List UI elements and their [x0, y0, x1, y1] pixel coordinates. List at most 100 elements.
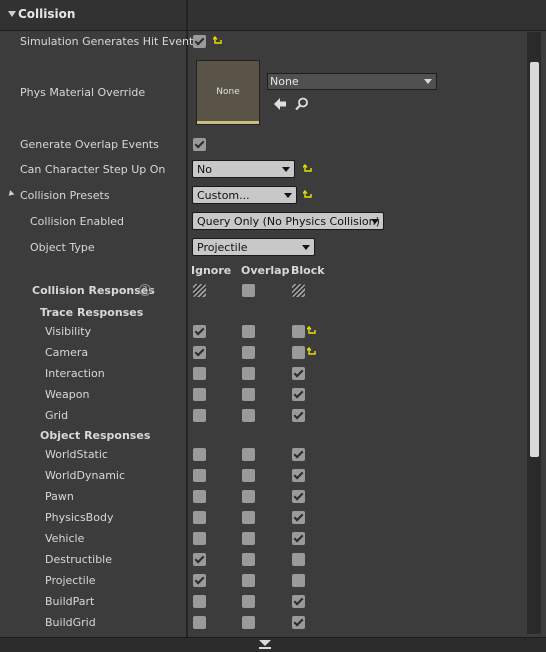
chevron-down-icon	[282, 167, 290, 172]
trace-row-ignore-checkbox[interactable]	[193, 325, 206, 338]
trace-row-block-checkbox[interactable]	[292, 409, 305, 422]
column-header-overlap: Overlap	[241, 264, 290, 277]
object-row-ignore-checkbox[interactable]	[193, 448, 206, 461]
collision-section-header[interactable]: Collision	[0, 0, 546, 31]
sim-hit-label: Simulation Generates Hit Events	[20, 35, 200, 48]
object-type-value: Projectile	[197, 241, 248, 254]
object-row-overlap-checkbox[interactable]	[242, 595, 255, 608]
object-row-ignore-checkbox[interactable]	[193, 595, 206, 608]
browse-search-icon[interactable]	[295, 97, 309, 111]
use-selected-arrow-icon[interactable]	[273, 97, 287, 111]
object-row-overlap-checkbox[interactable]	[242, 490, 255, 503]
phys-material-combo[interactable]: None	[267, 73, 437, 90]
phys-material-label: Phys Material Override	[20, 86, 146, 99]
object-row-label: PhysicsBody	[45, 511, 114, 524]
object-row-overlap-checkbox[interactable]	[242, 574, 255, 587]
object-row-overlap-checkbox[interactable]	[242, 616, 255, 629]
phys-material-value: None	[270, 75, 299, 88]
object-row-overlap-checkbox[interactable]	[242, 511, 255, 524]
trace-row-overlap-checkbox[interactable]	[242, 388, 255, 401]
object-type-label: Object Type	[30, 241, 95, 254]
collision-enabled-combo[interactable]: Query Only (No Physics Collision)	[192, 212, 384, 230]
trace-row-label: Weapon	[45, 388, 90, 401]
collision-responses-label: Collision Responses	[32, 284, 155, 297]
trace-row-block-checkbox[interactable]	[292, 325, 305, 338]
object-row-label: WorldStatic	[45, 448, 108, 461]
object-row-block-checkbox[interactable]	[292, 553, 305, 566]
trace-row-block-checkbox[interactable]	[292, 346, 305, 359]
trace-row-overlap-checkbox[interactable]	[242, 325, 255, 338]
object-row-label: BuildPart	[45, 595, 95, 608]
collision-enabled-value: Query Only (No Physics Collision)	[197, 215, 380, 228]
trace-row-overlap-checkbox[interactable]	[242, 367, 255, 380]
object-row-ignore-checkbox[interactable]	[193, 532, 206, 545]
object-row-block-checkbox[interactable]	[292, 469, 305, 482]
responses-ignore-checkbox[interactable]	[193, 284, 206, 297]
reset-to-default-icon[interactable]	[303, 164, 313, 174]
trace-row-overlap-checkbox[interactable]	[242, 409, 255, 422]
object-row-block-checkbox[interactable]	[292, 616, 305, 629]
object-row-ignore-checkbox[interactable]	[193, 511, 206, 524]
object-row-ignore-checkbox[interactable]	[193, 469, 206, 482]
object-row-label: Pawn	[45, 490, 74, 503]
object-row-block-checkbox[interactable]	[292, 595, 305, 608]
collision-enabled-label: Collision Enabled	[30, 215, 125, 228]
trace-row-ignore-checkbox[interactable]	[193, 346, 206, 359]
object-type-combo[interactable]: Projectile	[192, 238, 315, 256]
thumbnail-bar	[197, 121, 259, 124]
details-panel: Collision Simulation Generates Hit Event…	[0, 0, 546, 652]
trace-row-overlap-checkbox[interactable]	[242, 346, 255, 359]
trace-row-block-checkbox[interactable]	[292, 367, 305, 380]
chevron-down-icon	[371, 219, 379, 224]
object-row-block-checkbox[interactable]	[292, 511, 305, 524]
collision-presets-combo[interactable]: Custom...	[192, 186, 297, 204]
object-row-label: BuildGrid	[45, 616, 96, 629]
trace-row-ignore-checkbox[interactable]	[193, 409, 206, 422]
object-row-overlap-checkbox[interactable]	[242, 469, 255, 482]
trace-row-ignore-checkbox[interactable]	[193, 367, 206, 380]
material-thumbnail[interactable]: None	[196, 60, 260, 125]
bottom-expand-bar[interactable]	[0, 637, 546, 652]
reset-to-default-icon[interactable]	[307, 347, 317, 357]
object-row-ignore-checkbox[interactable]	[193, 574, 206, 587]
object-row-ignore-checkbox[interactable]	[193, 490, 206, 503]
overlap-events-label: Generate Overlap Events	[20, 138, 159, 151]
step-up-combo[interactable]: No	[192, 160, 295, 178]
object-row-overlap-checkbox[interactable]	[242, 553, 255, 566]
object-row-overlap-checkbox[interactable]	[242, 448, 255, 461]
step-up-label: Can Character Step Up On	[20, 163, 166, 176]
expand-arrow-icon[interactable]	[6, 190, 15, 198]
scrollbar-thumb[interactable]	[530, 62, 539, 457]
trace-row-label: Visibility	[45, 325, 92, 338]
collision-presets-label: Collision Presets	[20, 189, 110, 202]
object-row-block-checkbox[interactable]	[292, 532, 305, 545]
trace-responses-label: Trace Responses	[40, 306, 144, 319]
trace-row-ignore-checkbox[interactable]	[193, 388, 206, 401]
chevron-down-icon	[424, 79, 432, 84]
sim-hit-checkbox[interactable]	[193, 35, 206, 48]
collapse-triangle-icon[interactable]	[8, 11, 16, 17]
responses-block-checkbox[interactable]	[292, 284, 305, 297]
overlap-events-checkbox[interactable]	[193, 138, 206, 151]
reset-to-default-icon[interactable]	[307, 326, 317, 336]
thumbnail-text: None	[216, 87, 240, 97]
column-header-block: Block	[291, 264, 325, 277]
help-icon[interactable]: ?	[139, 284, 151, 296]
object-row-label: Destructible	[45, 553, 112, 566]
expand-down-icon[interactable]	[259, 640, 271, 646]
object-row-block-checkbox[interactable]	[292, 448, 305, 461]
column-divider[interactable]	[186, 0, 188, 637]
step-up-value: No	[197, 163, 212, 176]
object-row-overlap-checkbox[interactable]	[242, 532, 255, 545]
object-row-label: Projectile	[45, 574, 96, 587]
reset-to-default-icon[interactable]	[213, 36, 223, 46]
collision-presets-value: Custom...	[197, 189, 250, 202]
object-row-block-checkbox[interactable]	[292, 490, 305, 503]
chevron-down-icon	[302, 245, 310, 250]
responses-overlap-checkbox[interactable]	[242, 284, 255, 297]
trace-row-block-checkbox[interactable]	[292, 388, 305, 401]
reset-to-default-icon[interactable]	[303, 190, 313, 200]
object-row-block-checkbox[interactable]	[292, 574, 305, 587]
object-row-ignore-checkbox[interactable]	[193, 616, 206, 629]
object-row-ignore-checkbox[interactable]	[193, 553, 206, 566]
